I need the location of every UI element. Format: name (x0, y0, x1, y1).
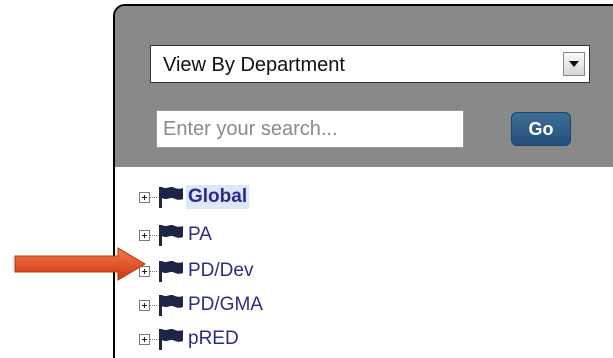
tree-connector (150, 196, 157, 198)
department-select-value: View By Department (163, 54, 345, 76)
plus-box-icon[interactable] (139, 299, 150, 311)
tree-item-pd-gma[interactable]: PD/GMA (139, 292, 265, 318)
plus-box-icon[interactable] (139, 229, 150, 241)
search-input[interactable] (156, 110, 464, 148)
tree-item-global[interactable]: Global (139, 184, 250, 210)
dropdown-arrow-icon[interactable] (563, 52, 585, 76)
tree-connector (150, 234, 157, 236)
tree-item-label: PA (188, 224, 212, 245)
tree-item-pd-dev[interactable]: PD/Dev (139, 258, 255, 284)
plus-box-icon[interactable] (139, 333, 150, 345)
tree-item-pa[interactable]: PA (139, 222, 214, 248)
arrow-icon (14, 247, 146, 281)
flag-icon (159, 225, 183, 246)
tree-item-label: PD/Dev (188, 260, 254, 281)
tree-connector (150, 270, 157, 272)
tree-connector (150, 338, 157, 340)
tree-item-pred[interactable]: pRED (139, 326, 241, 352)
department-select[interactable]: View By Department (150, 45, 590, 83)
go-button[interactable]: Go (511, 112, 571, 146)
tree-item-label: PD/GMA (188, 294, 263, 315)
flag-icon (159, 329, 183, 350)
navigation-panel: View By Department Go Global PA PD/Dev (113, 4, 613, 358)
tree-item-label: pRED (188, 328, 239, 349)
flag-icon (159, 187, 183, 208)
flag-icon (159, 261, 183, 282)
tree-item-label: Global (186, 185, 250, 209)
panel-header: View By Department Go (115, 6, 613, 167)
flag-icon (159, 295, 183, 316)
plus-box-icon[interactable] (139, 191, 150, 203)
tree-connector (150, 304, 157, 306)
